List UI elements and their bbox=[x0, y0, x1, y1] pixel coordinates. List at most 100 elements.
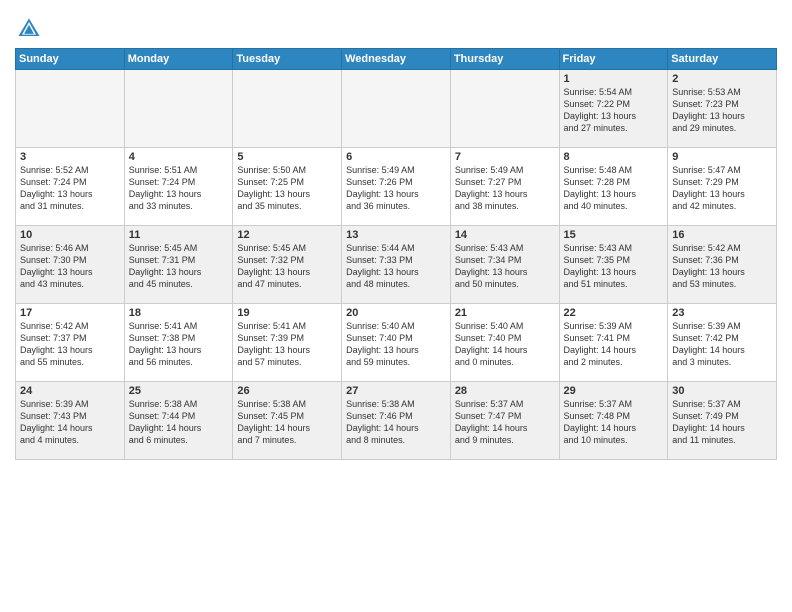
day-info: Sunrise: 5:38 AM Sunset: 7:46 PM Dayligh… bbox=[346, 398, 446, 447]
logo bbox=[15, 15, 47, 43]
day-number: 19 bbox=[237, 307, 337, 319]
day-info: Sunrise: 5:38 AM Sunset: 7:44 PM Dayligh… bbox=[129, 398, 229, 447]
calendar-cell: 25Sunrise: 5:38 AM Sunset: 7:44 PM Dayli… bbox=[124, 382, 233, 460]
day-info: Sunrise: 5:39 AM Sunset: 7:43 PM Dayligh… bbox=[20, 398, 120, 447]
day-info: Sunrise: 5:47 AM Sunset: 7:29 PM Dayligh… bbox=[672, 164, 772, 213]
calendar-cell: 8Sunrise: 5:48 AM Sunset: 7:28 PM Daylig… bbox=[559, 148, 668, 226]
calendar-cell bbox=[233, 70, 342, 148]
day-info: Sunrise: 5:37 AM Sunset: 7:48 PM Dayligh… bbox=[564, 398, 664, 447]
day-number: 12 bbox=[237, 229, 337, 241]
day-info: Sunrise: 5:39 AM Sunset: 7:41 PM Dayligh… bbox=[564, 320, 664, 369]
day-info: Sunrise: 5:42 AM Sunset: 7:36 PM Dayligh… bbox=[672, 242, 772, 291]
calendar-cell: 26Sunrise: 5:38 AM Sunset: 7:45 PM Dayli… bbox=[233, 382, 342, 460]
weekday-header-wednesday: Wednesday bbox=[342, 49, 451, 70]
calendar-cell: 13Sunrise: 5:44 AM Sunset: 7:33 PM Dayli… bbox=[342, 226, 451, 304]
day-number: 7 bbox=[455, 151, 555, 163]
calendar-cell: 11Sunrise: 5:45 AM Sunset: 7:31 PM Dayli… bbox=[124, 226, 233, 304]
calendar-cell: 6Sunrise: 5:49 AM Sunset: 7:26 PM Daylig… bbox=[342, 148, 451, 226]
day-info: Sunrise: 5:40 AM Sunset: 7:40 PM Dayligh… bbox=[455, 320, 555, 369]
day-info: Sunrise: 5:52 AM Sunset: 7:24 PM Dayligh… bbox=[20, 164, 120, 213]
day-info: Sunrise: 5:48 AM Sunset: 7:28 PM Dayligh… bbox=[564, 164, 664, 213]
day-info: Sunrise: 5:44 AM Sunset: 7:33 PM Dayligh… bbox=[346, 242, 446, 291]
calendar-cell: 5Sunrise: 5:50 AM Sunset: 7:25 PM Daylig… bbox=[233, 148, 342, 226]
weekday-header-sunday: Sunday bbox=[16, 49, 125, 70]
calendar-cell: 4Sunrise: 5:51 AM Sunset: 7:24 PM Daylig… bbox=[124, 148, 233, 226]
day-number: 26 bbox=[237, 385, 337, 397]
weekday-header-thursday: Thursday bbox=[450, 49, 559, 70]
day-info: Sunrise: 5:43 AM Sunset: 7:34 PM Dayligh… bbox=[455, 242, 555, 291]
calendar-cell: 12Sunrise: 5:45 AM Sunset: 7:32 PM Dayli… bbox=[233, 226, 342, 304]
calendar-cell: 29Sunrise: 5:37 AM Sunset: 7:48 PM Dayli… bbox=[559, 382, 668, 460]
day-number: 22 bbox=[564, 307, 664, 319]
calendar-week-row: 3Sunrise: 5:52 AM Sunset: 7:24 PM Daylig… bbox=[16, 148, 777, 226]
day-number: 27 bbox=[346, 385, 446, 397]
calendar-cell: 28Sunrise: 5:37 AM Sunset: 7:47 PM Dayli… bbox=[450, 382, 559, 460]
calendar-cell: 15Sunrise: 5:43 AM Sunset: 7:35 PM Dayli… bbox=[559, 226, 668, 304]
calendar-cell: 1Sunrise: 5:54 AM Sunset: 7:22 PM Daylig… bbox=[559, 70, 668, 148]
calendar-body: 1Sunrise: 5:54 AM Sunset: 7:22 PM Daylig… bbox=[16, 70, 777, 460]
page-container: SundayMondayTuesdayWednesdayThursdayFrid… bbox=[0, 0, 792, 465]
day-number: 30 bbox=[672, 385, 772, 397]
day-info: Sunrise: 5:51 AM Sunset: 7:24 PM Dayligh… bbox=[129, 164, 229, 213]
day-info: Sunrise: 5:39 AM Sunset: 7:42 PM Dayligh… bbox=[672, 320, 772, 369]
weekday-header-friday: Friday bbox=[559, 49, 668, 70]
day-info: Sunrise: 5:40 AM Sunset: 7:40 PM Dayligh… bbox=[346, 320, 446, 369]
day-info: Sunrise: 5:41 AM Sunset: 7:39 PM Dayligh… bbox=[237, 320, 337, 369]
calendar-cell bbox=[450, 70, 559, 148]
header bbox=[15, 10, 777, 43]
calendar-cell: 19Sunrise: 5:41 AM Sunset: 7:39 PM Dayli… bbox=[233, 304, 342, 382]
calendar-cell: 14Sunrise: 5:43 AM Sunset: 7:34 PM Dayli… bbox=[450, 226, 559, 304]
day-number: 4 bbox=[129, 151, 229, 163]
calendar-cell bbox=[124, 70, 233, 148]
day-info: Sunrise: 5:49 AM Sunset: 7:26 PM Dayligh… bbox=[346, 164, 446, 213]
calendar-week-row: 17Sunrise: 5:42 AM Sunset: 7:37 PM Dayli… bbox=[16, 304, 777, 382]
day-info: Sunrise: 5:37 AM Sunset: 7:47 PM Dayligh… bbox=[455, 398, 555, 447]
calendar-cell: 17Sunrise: 5:42 AM Sunset: 7:37 PM Dayli… bbox=[16, 304, 125, 382]
day-number: 24 bbox=[20, 385, 120, 397]
calendar-cell: 10Sunrise: 5:46 AM Sunset: 7:30 PM Dayli… bbox=[16, 226, 125, 304]
day-info: Sunrise: 5:54 AM Sunset: 7:22 PM Dayligh… bbox=[564, 86, 664, 135]
weekday-header-saturday: Saturday bbox=[668, 49, 777, 70]
weekday-header-tuesday: Tuesday bbox=[233, 49, 342, 70]
day-number: 16 bbox=[672, 229, 772, 241]
day-number: 29 bbox=[564, 385, 664, 397]
day-number: 10 bbox=[20, 229, 120, 241]
day-info: Sunrise: 5:42 AM Sunset: 7:37 PM Dayligh… bbox=[20, 320, 120, 369]
weekday-header-monday: Monday bbox=[124, 49, 233, 70]
weekday-header-row: SundayMondayTuesdayWednesdayThursdayFrid… bbox=[16, 49, 777, 70]
calendar-cell: 27Sunrise: 5:38 AM Sunset: 7:46 PM Dayli… bbox=[342, 382, 451, 460]
day-number: 5 bbox=[237, 151, 337, 163]
day-info: Sunrise: 5:41 AM Sunset: 7:38 PM Dayligh… bbox=[129, 320, 229, 369]
day-number: 8 bbox=[564, 151, 664, 163]
calendar-cell bbox=[16, 70, 125, 148]
calendar-table: SundayMondayTuesdayWednesdayThursdayFrid… bbox=[15, 48, 777, 460]
calendar-week-row: 1Sunrise: 5:54 AM Sunset: 7:22 PM Daylig… bbox=[16, 70, 777, 148]
day-number: 14 bbox=[455, 229, 555, 241]
calendar-header: SundayMondayTuesdayWednesdayThursdayFrid… bbox=[16, 49, 777, 70]
calendar-cell: 9Sunrise: 5:47 AM Sunset: 7:29 PM Daylig… bbox=[668, 148, 777, 226]
calendar-cell: 7Sunrise: 5:49 AM Sunset: 7:27 PM Daylig… bbox=[450, 148, 559, 226]
day-number: 25 bbox=[129, 385, 229, 397]
calendar-cell: 18Sunrise: 5:41 AM Sunset: 7:38 PM Dayli… bbox=[124, 304, 233, 382]
day-number: 11 bbox=[129, 229, 229, 241]
day-info: Sunrise: 5:50 AM Sunset: 7:25 PM Dayligh… bbox=[237, 164, 337, 213]
day-number: 1 bbox=[564, 73, 664, 85]
day-number: 23 bbox=[672, 307, 772, 319]
day-number: 3 bbox=[20, 151, 120, 163]
day-info: Sunrise: 5:45 AM Sunset: 7:32 PM Dayligh… bbox=[237, 242, 337, 291]
day-info: Sunrise: 5:49 AM Sunset: 7:27 PM Dayligh… bbox=[455, 164, 555, 213]
calendar-cell: 22Sunrise: 5:39 AM Sunset: 7:41 PM Dayli… bbox=[559, 304, 668, 382]
calendar-cell bbox=[342, 70, 451, 148]
day-info: Sunrise: 5:37 AM Sunset: 7:49 PM Dayligh… bbox=[672, 398, 772, 447]
day-number: 9 bbox=[672, 151, 772, 163]
calendar-week-row: 24Sunrise: 5:39 AM Sunset: 7:43 PM Dayli… bbox=[16, 382, 777, 460]
day-info: Sunrise: 5:45 AM Sunset: 7:31 PM Dayligh… bbox=[129, 242, 229, 291]
day-number: 17 bbox=[20, 307, 120, 319]
day-number: 18 bbox=[129, 307, 229, 319]
calendar-cell: 20Sunrise: 5:40 AM Sunset: 7:40 PM Dayli… bbox=[342, 304, 451, 382]
calendar-week-row: 10Sunrise: 5:46 AM Sunset: 7:30 PM Dayli… bbox=[16, 226, 777, 304]
calendar-cell: 24Sunrise: 5:39 AM Sunset: 7:43 PM Dayli… bbox=[16, 382, 125, 460]
day-number: 2 bbox=[672, 73, 772, 85]
day-info: Sunrise: 5:43 AM Sunset: 7:35 PM Dayligh… bbox=[564, 242, 664, 291]
day-info: Sunrise: 5:46 AM Sunset: 7:30 PM Dayligh… bbox=[20, 242, 120, 291]
